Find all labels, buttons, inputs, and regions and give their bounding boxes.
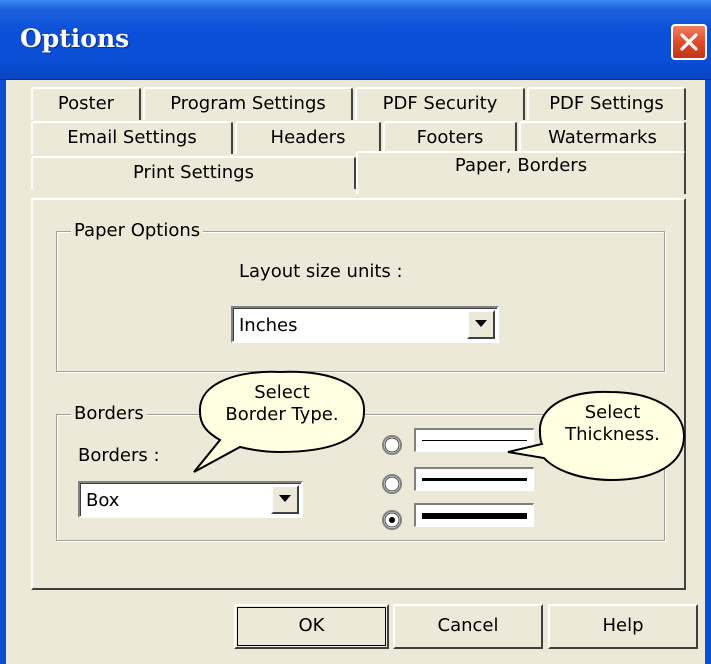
borders-group-label: Borders bbox=[71, 403, 147, 424]
thickness-thick-radio[interactable] bbox=[381, 509, 403, 531]
title-bar: Options bbox=[0, 0, 711, 80]
border-type-callout-line2: Border Type. bbox=[225, 404, 339, 425]
window-frame-right bbox=[705, 80, 711, 664]
tab-paper-borders[interactable]: Paper, Borders bbox=[356, 151, 686, 194]
borders-label: Borders : bbox=[78, 445, 160, 466]
borders-dropdown[interactable]: Box bbox=[78, 481, 303, 518]
layout-size-units-label: Layout size units : bbox=[239, 261, 403, 282]
tab-pdf-security[interactable]: PDF Security bbox=[355, 87, 525, 120]
close-icon bbox=[680, 33, 698, 51]
dropdown-arrow-icon bbox=[279, 495, 291, 502]
thickness-thick-sample bbox=[414, 503, 534, 527]
window-title: Options bbox=[20, 24, 130, 53]
borders-dropdown-button[interactable] bbox=[271, 485, 299, 514]
borders-value: Box bbox=[86, 490, 120, 511]
dropdown-arrow-icon bbox=[475, 320, 487, 327]
paper-options-group bbox=[56, 231, 665, 372]
tab-headers[interactable]: Headers bbox=[235, 121, 381, 154]
border-type-callout-line1: Select bbox=[254, 382, 310, 403]
tab-watermarks[interactable]: Watermarks bbox=[519, 121, 686, 154]
help-button[interactable]: Help bbox=[548, 604, 698, 649]
layout-units-dropdown-button[interactable] bbox=[467, 310, 495, 339]
thickness-callout-line2: Thickness. bbox=[565, 424, 660, 445]
cancel-button[interactable]: Cancel bbox=[393, 604, 543, 649]
tab-print-settings[interactable]: Print Settings bbox=[31, 156, 356, 189]
layout-size-units-value: Inches bbox=[239, 315, 298, 336]
tab-footers[interactable]: Footers bbox=[383, 121, 517, 154]
thickness-callout: Select Thickness. bbox=[500, 380, 690, 500]
border-type-callout: Select Border Type. bbox=[180, 360, 380, 475]
layout-size-units-dropdown[interactable]: Inches bbox=[231, 306, 499, 343]
thickness-thin-radio[interactable] bbox=[381, 434, 403, 456]
tab-email-settings[interactable]: Email Settings bbox=[31, 121, 233, 154]
paper-options-group-label: Paper Options bbox=[71, 220, 204, 241]
close-button[interactable] bbox=[671, 24, 707, 60]
tab-program-settings[interactable]: Program Settings bbox=[143, 87, 353, 120]
thickness-medium-radio[interactable] bbox=[381, 473, 403, 495]
thickness-callout-line1: Select bbox=[584, 402, 641, 423]
tab-poster[interactable]: Poster bbox=[31, 87, 141, 120]
tab-pdf-settings[interactable]: PDF Settings bbox=[527, 87, 686, 120]
ok-button[interactable]: OK bbox=[234, 604, 389, 649]
